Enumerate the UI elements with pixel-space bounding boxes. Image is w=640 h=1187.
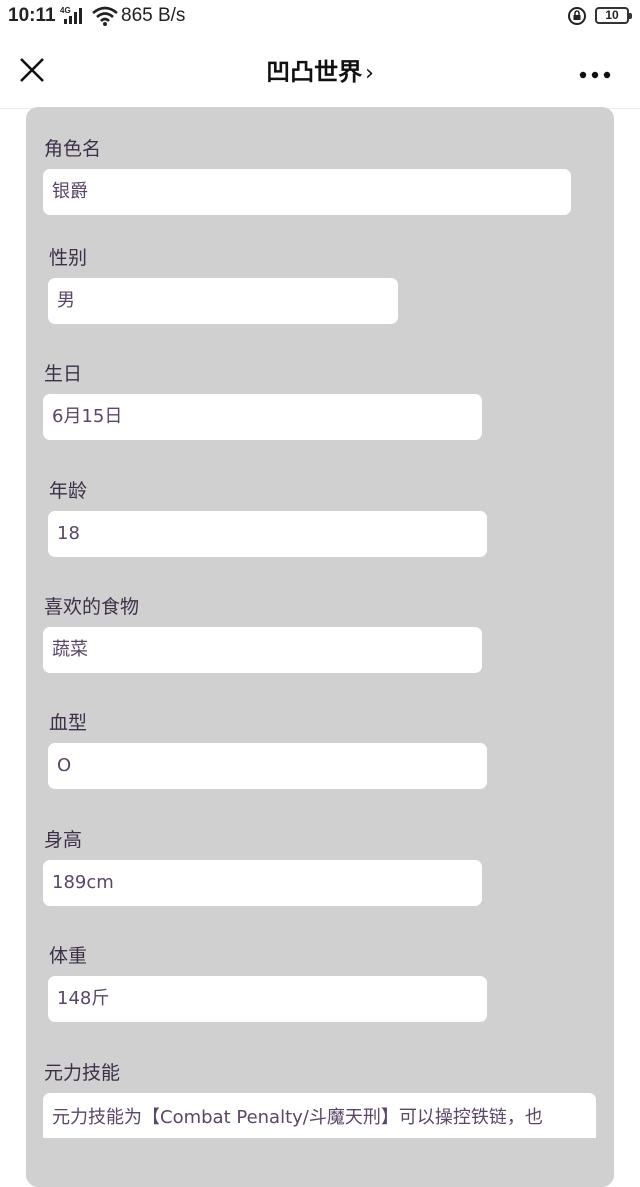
label-age: 年龄 [49, 480, 88, 502]
label-power-skill: 元力技能 [44, 1062, 121, 1084]
chevron-right-icon: › [365, 61, 374, 86]
svg-text:4G: 4G [60, 6, 71, 15]
cellular-signal-icon: 4G [60, 5, 86, 30]
rotation-lock-icon [567, 6, 587, 31]
input-favorite-food[interactable]: 蔬菜 [43, 627, 482, 673]
label-gender: 性别 [49, 247, 88, 269]
status-bar: 10:11 4G 865 B/s 10 [0, 0, 640, 32]
battery-icon: 10 [595, 7, 632, 24]
input-birthday[interactable]: 6月15日 [43, 394, 482, 440]
input-age[interactable]: 18 [48, 511, 487, 557]
page-title[interactable]: 凹凸世界 › [0, 52, 640, 87]
label-blood-type: 血型 [49, 712, 88, 734]
page-title-text: 凹凸世界 [266, 58, 363, 86]
input-character-name[interactable]: 银爵 [43, 169, 571, 215]
input-weight[interactable]: 148斤 [48, 976, 487, 1022]
label-favorite-food: 喜欢的食物 [44, 596, 140, 618]
label-birthday: 生日 [44, 363, 83, 385]
label-weight: 体重 [49, 945, 88, 967]
network-speed: 865 B/s [121, 5, 186, 26]
label-height: 身高 [44, 829, 83, 851]
wifi-icon [92, 6, 118, 31]
textarea-power-skill[interactable]: 元力技能为【Combat Penalty/斗魔天刑】可以操控铁链，也 [43, 1093, 596, 1138]
input-gender[interactable]: 男 [48, 278, 398, 324]
input-blood-type[interactable]: O [48, 743, 487, 789]
label-character-name: 角色名 [44, 138, 102, 160]
status-time: 10:11 [8, 5, 56, 26]
nav-bar: 凹凸世界 › [0, 32, 640, 109]
more-icon[interactable] [578, 65, 612, 79]
input-height[interactable]: 189cm [43, 860, 482, 906]
